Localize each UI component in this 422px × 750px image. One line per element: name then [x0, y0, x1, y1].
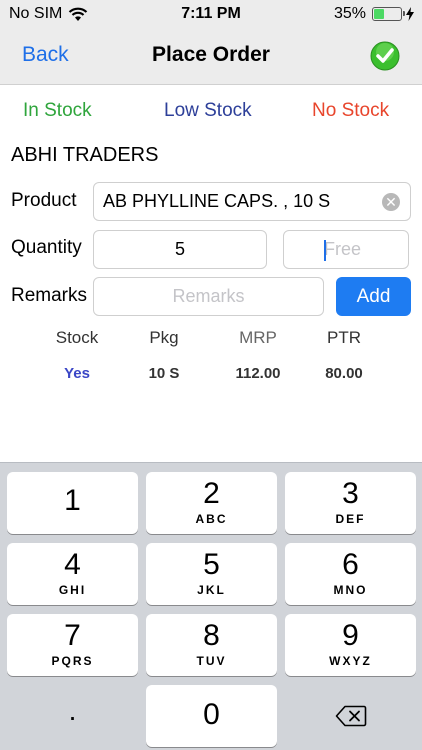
backspace-icon: [335, 705, 366, 727]
key-6[interactable]: 6 MNO: [285, 543, 416, 605]
key-2[interactable]: 2 ABC: [146, 472, 277, 534]
key-1[interactable]: 1: [7, 472, 138, 534]
delete-key[interactable]: [285, 685, 416, 747]
numeric-keypad: 1 2 ABC 3 DEF 4 GHI 5 JKL 6 MNO 7 PQRS 8 TUV 9W…: [0, 462, 422, 750]
key-0[interactable]: 0: [146, 685, 277, 747]
battery-group: 35%: [334, 5, 414, 23]
quantity-field[interactable]: 5: [93, 230, 267, 269]
customer-name: ABHI TRADERS: [11, 144, 159, 166]
value-mrp: 112.00: [235, 365, 281, 382]
free-placeholder: Free: [324, 239, 362, 259]
legend-low-stock: Low Stock: [164, 100, 252, 121]
key-4[interactable]: 4 GHI: [7, 543, 138, 605]
legend-in-stock: In Stock: [23, 100, 92, 121]
key-9[interactable]: 9 WXYZ: [285, 614, 416, 676]
charging-icon: [406, 7, 414, 21]
status-bar: No SIM 7:11 PM 35%: [0, 0, 422, 30]
product-label: Product: [11, 190, 77, 211]
remarks-label: Remarks: [11, 285, 88, 306]
quantity-label: Quantity: [11, 237, 82, 258]
key-3[interactable]: 3 DEF: [285, 472, 416, 534]
value-stock: Yes: [64, 365, 90, 382]
page-title: Place Order: [152, 43, 270, 66]
quantity-value: 5: [174, 239, 185, 259]
clear-icon[interactable]: ✕: [382, 193, 400, 211]
header-mrp: MRP: [239, 328, 277, 347]
key-5[interactable]: 5 JKL: [146, 543, 277, 605]
checkmark-icon[interactable]: [370, 41, 400, 71]
key-8[interactable]: 8 TUV: [146, 614, 277, 676]
product-value: AB PHYLLINE CAPS. , 10 S: [103, 191, 331, 211]
add-button[interactable]: Add: [336, 277, 411, 316]
free-field[interactable]: Free: [283, 230, 409, 269]
battery-percent: 35%: [333, 5, 366, 22]
text-cursor: [324, 240, 326, 261]
key-dot[interactable]: .: [7, 685, 138, 747]
legend-no-stock: No Stock: [312, 100, 390, 121]
nav-bar: Back Place Order: [0, 30, 422, 85]
stock-legend: In Stock Low Stock No Stock: [0, 100, 422, 122]
header-stock: Stock: [55, 328, 99, 347]
value-ptr: 80.00: [325, 365, 363, 382]
product-field[interactable]: AB PHYLLINE CAPS. , 10 S ✕: [93, 182, 411, 221]
key-7[interactable]: 7 PQRS: [7, 614, 138, 676]
header-pkg: Pkg: [149, 328, 179, 347]
battery-icon: [372, 7, 405, 21]
remarks-field[interactable]: Remarks: [93, 277, 324, 316]
value-pkg: 10 S: [148, 365, 180, 382]
header-ptr: PTR: [327, 328, 361, 347]
remarks-placeholder: Remarks: [172, 286, 245, 306]
